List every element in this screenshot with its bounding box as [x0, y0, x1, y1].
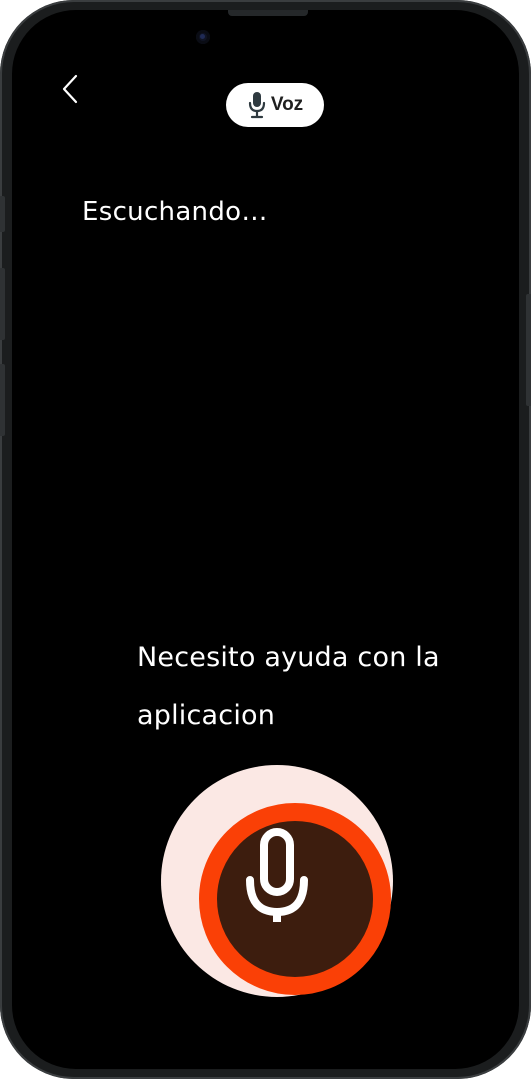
- back-button[interactable]: [56, 72, 84, 106]
- chevron-left-icon: [62, 74, 78, 104]
- listening-status: Escuchando…: [82, 197, 268, 227]
- front-camera: [196, 30, 210, 44]
- transcript-text: Necesito ayuda con la aplicacion: [137, 629, 457, 745]
- volume-down-button: [0, 364, 5, 436]
- power-button: [526, 294, 531, 406]
- microphone-icon: [247, 91, 267, 119]
- speaker-grille: [228, 10, 308, 16]
- screen: Voz Escuchando… Necesito ayuda con la ap…: [12, 10, 519, 1069]
- volume-up-button: [0, 268, 5, 340]
- voice-mode-pill[interactable]: Voz: [226, 83, 324, 127]
- transcript-line: aplicacion: [137, 700, 276, 731]
- voice-mode-label: Voz: [270, 94, 304, 115]
- action-button: [0, 196, 5, 232]
- microphone-icon: [219, 818, 335, 938]
- phone-frame: Voz Escuchando… Necesito ayuda con la ap…: [0, 0, 531, 1079]
- transcript-line: Necesito ayuda con la: [137, 642, 440, 673]
